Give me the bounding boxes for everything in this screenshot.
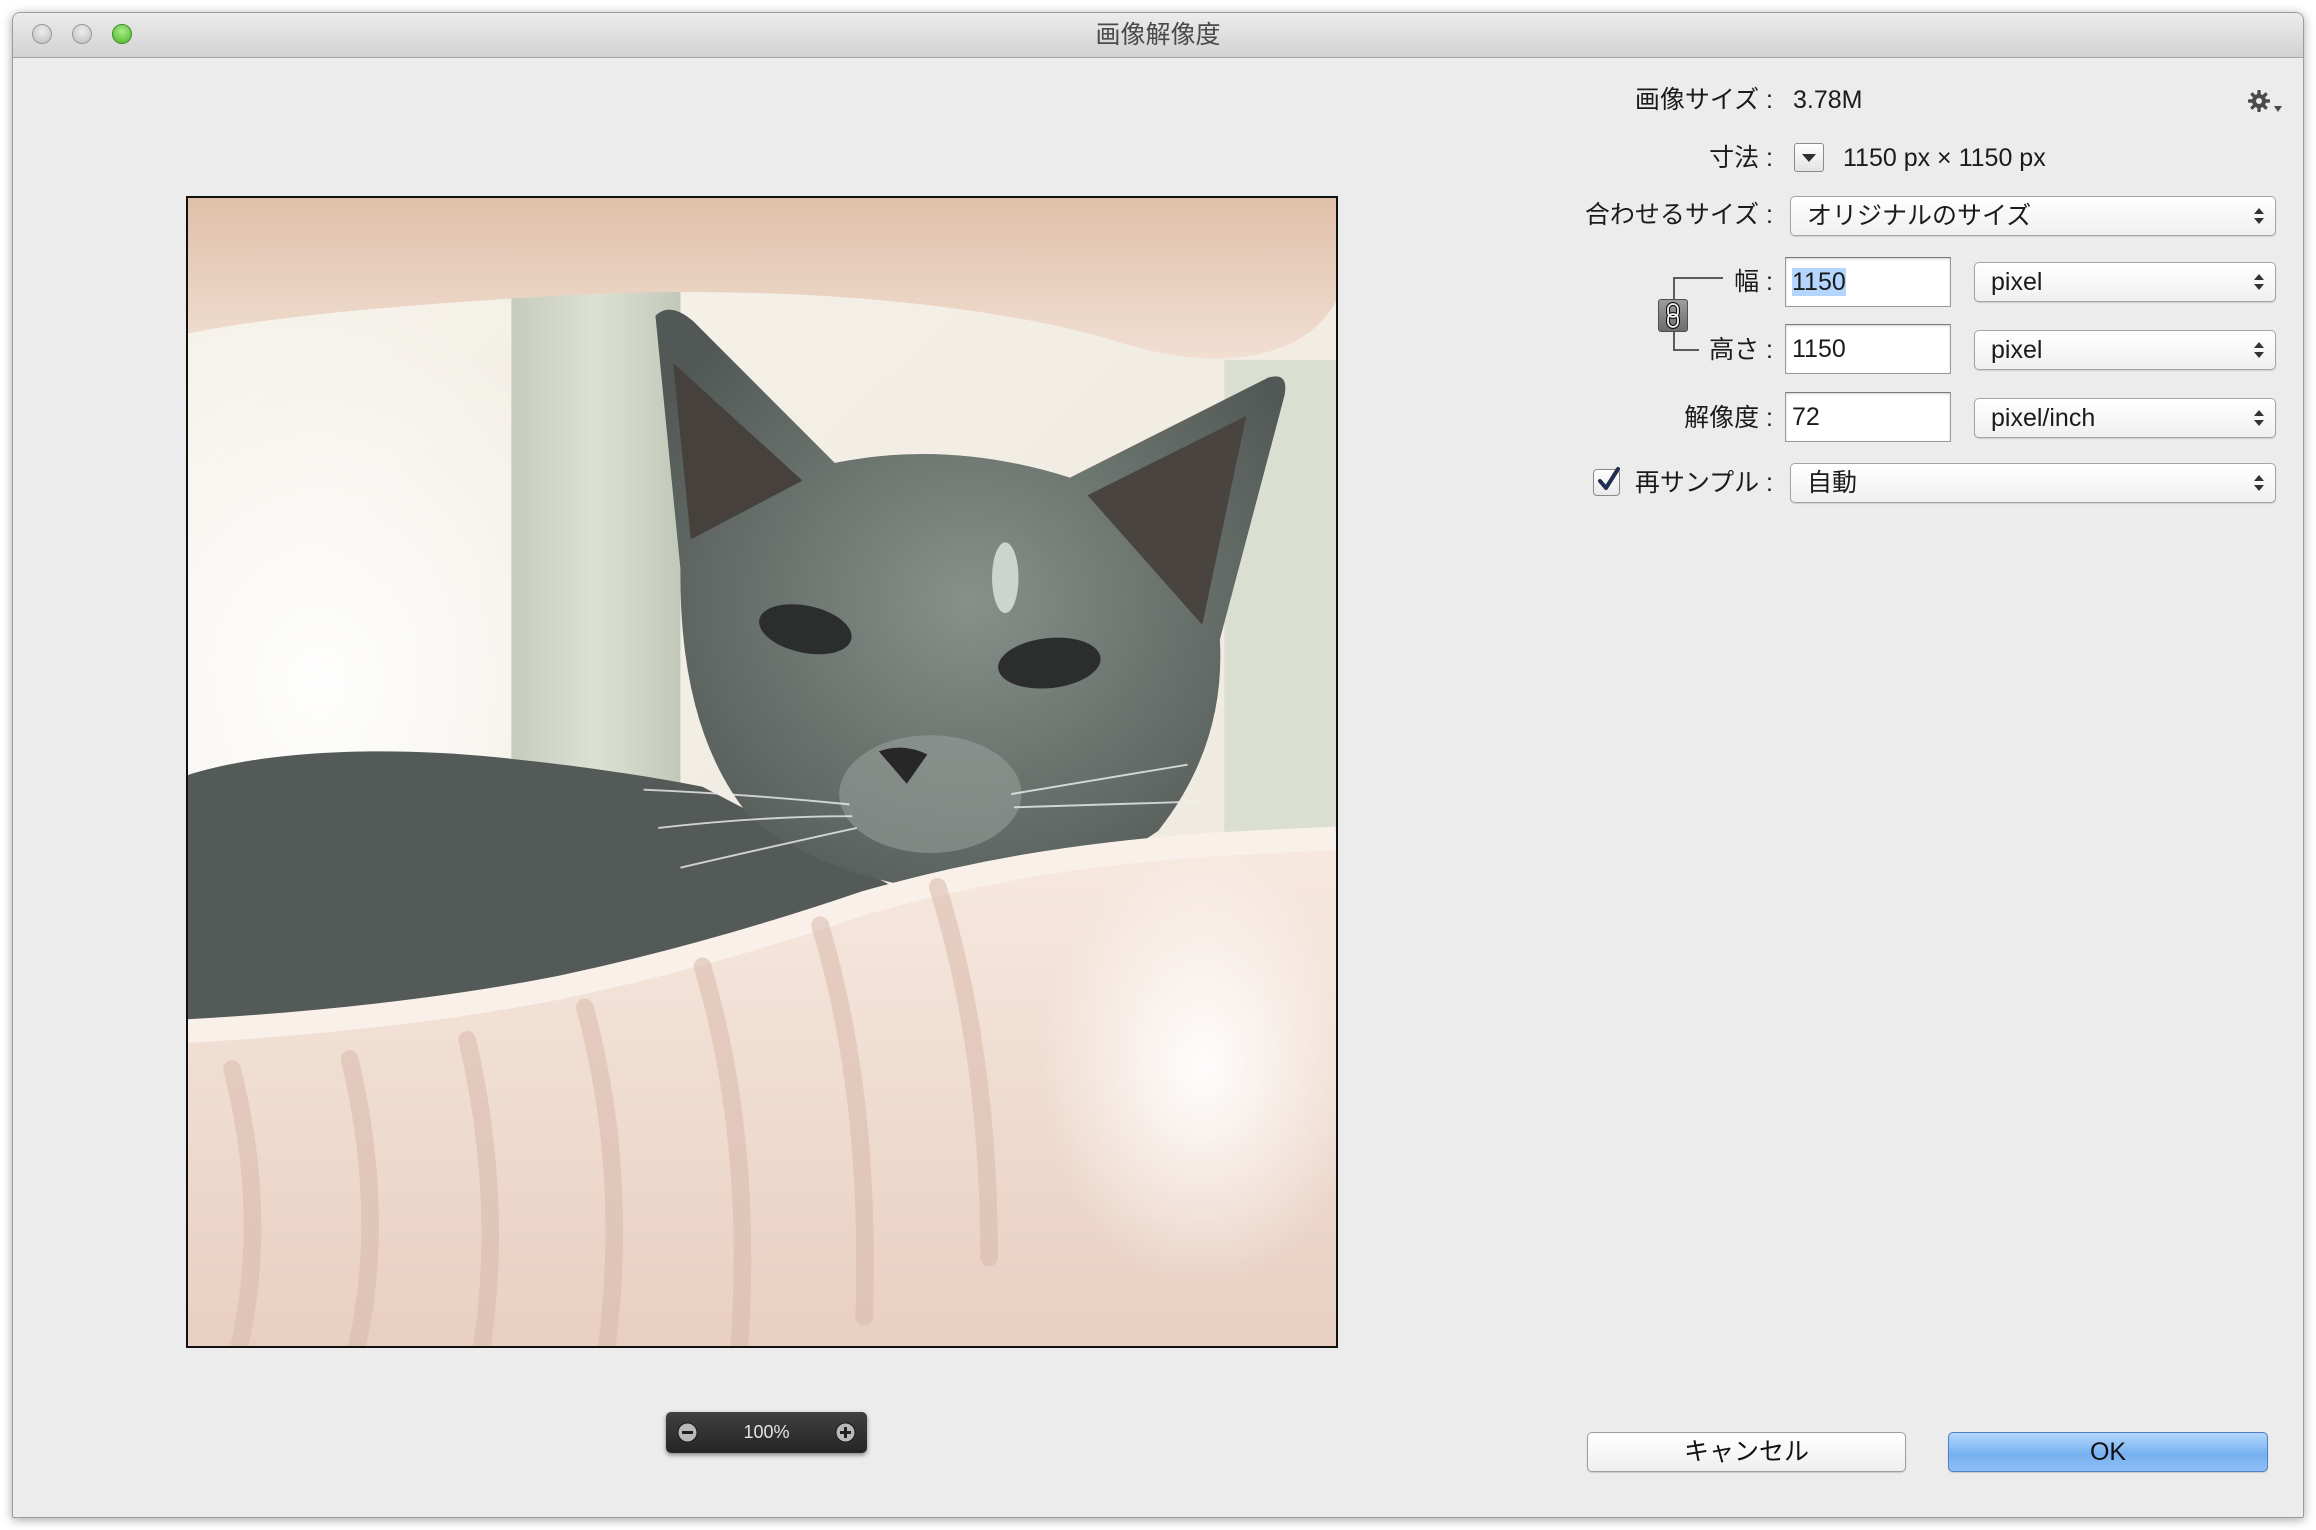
up-down-arrows-icon xyxy=(2254,274,2264,290)
dimensions-menu-button[interactable] xyxy=(1794,143,1824,172)
window-title: 画像解像度 xyxy=(1095,21,1221,49)
resolution-input[interactable]: 72 xyxy=(1785,392,1951,442)
width-input-value: 1150 xyxy=(1792,268,1846,296)
dimensions-value: 1150 px × 1150 px xyxy=(1843,144,2046,172)
image-size-dialog: 画像解像度 100% 画像サイズ: 3.78M 寸法: 1150 px × … xyxy=(12,12,2304,1518)
ok-button[interactable]: OK xyxy=(1948,1432,2268,1472)
resolution-input-value: 72 xyxy=(1792,403,1820,431)
resample-method-select[interactable]: 自動 xyxy=(1790,463,2276,503)
image-preview[interactable] xyxy=(186,196,1338,1348)
height-label: 高さ : xyxy=(1709,336,1773,364)
fit-to-selected-value: オリジナルのサイズ xyxy=(1807,202,2032,230)
scratching-post xyxy=(511,256,681,817)
width-label: 幅 : xyxy=(1734,268,1773,296)
cat-forehead-blaze xyxy=(992,542,1019,614)
zoom-control: 100% xyxy=(666,1412,867,1453)
zoom-in-button[interactable] xyxy=(835,1422,856,1443)
image-size-label: 画像サイズ : xyxy=(1634,86,1773,114)
resample-checkbox[interactable] xyxy=(1593,467,1620,496)
resolution-unit-value: pixel/inch xyxy=(1991,404,2096,432)
fit-to-label: 合わせるサイズ : xyxy=(1584,201,1773,229)
up-down-arrows-icon xyxy=(2254,208,2264,224)
cat-photo xyxy=(188,198,1336,1346)
cat-muzzle xyxy=(839,735,1022,853)
constrain-bracket-bottom xyxy=(1673,349,1699,351)
cancel-button[interactable]: キャンセル xyxy=(1587,1432,1906,1472)
up-down-arrows-icon xyxy=(2254,410,2264,426)
constrain-proportions-button[interactable] xyxy=(1658,299,1688,332)
up-down-arrows-icon xyxy=(2254,475,2264,491)
resample-method-value: 自動 xyxy=(1807,469,1858,497)
fit-to-select[interactable]: オリジナルのサイズ xyxy=(1790,196,2276,236)
zoom-in-icon xyxy=(835,1422,856,1443)
width-input[interactable]: 1150 xyxy=(1785,257,1951,307)
chevron-down-icon[interactable] xyxy=(2273,105,2283,113)
disclosure-triangle-icon xyxy=(1802,154,1816,162)
width-unit-value: pixel xyxy=(1991,268,2043,296)
zoom-level: 100% xyxy=(743,1422,790,1442)
width-unit-select[interactable]: pixel xyxy=(1974,262,2276,302)
resolution-label: 解像度 : xyxy=(1684,404,1773,432)
title-bar[interactable]: 画像解像度 xyxy=(13,13,2303,58)
dimensions-label: 寸法 : xyxy=(1709,144,1773,172)
zoom-out-icon xyxy=(677,1422,698,1443)
zoom-out-button[interactable] xyxy=(677,1422,698,1443)
height-unit-value: pixel xyxy=(1991,336,2043,364)
resample-label[interactable]: 再サンプル : xyxy=(1625,463,1773,503)
up-down-arrows-icon xyxy=(2254,342,2264,358)
height-unit-select[interactable]: pixel xyxy=(1974,330,2276,370)
height-input-value: 1150 xyxy=(1792,335,1846,363)
image-size-value: 3.78M xyxy=(1793,86,1863,114)
gear-icon[interactable] xyxy=(2247,89,2271,113)
checkmark-icon xyxy=(1598,467,1620,490)
resolution-unit-select[interactable]: pixel/inch xyxy=(1974,398,2276,438)
link-icon xyxy=(1666,302,1680,329)
height-input[interactable]: 1150 xyxy=(1785,324,1951,374)
